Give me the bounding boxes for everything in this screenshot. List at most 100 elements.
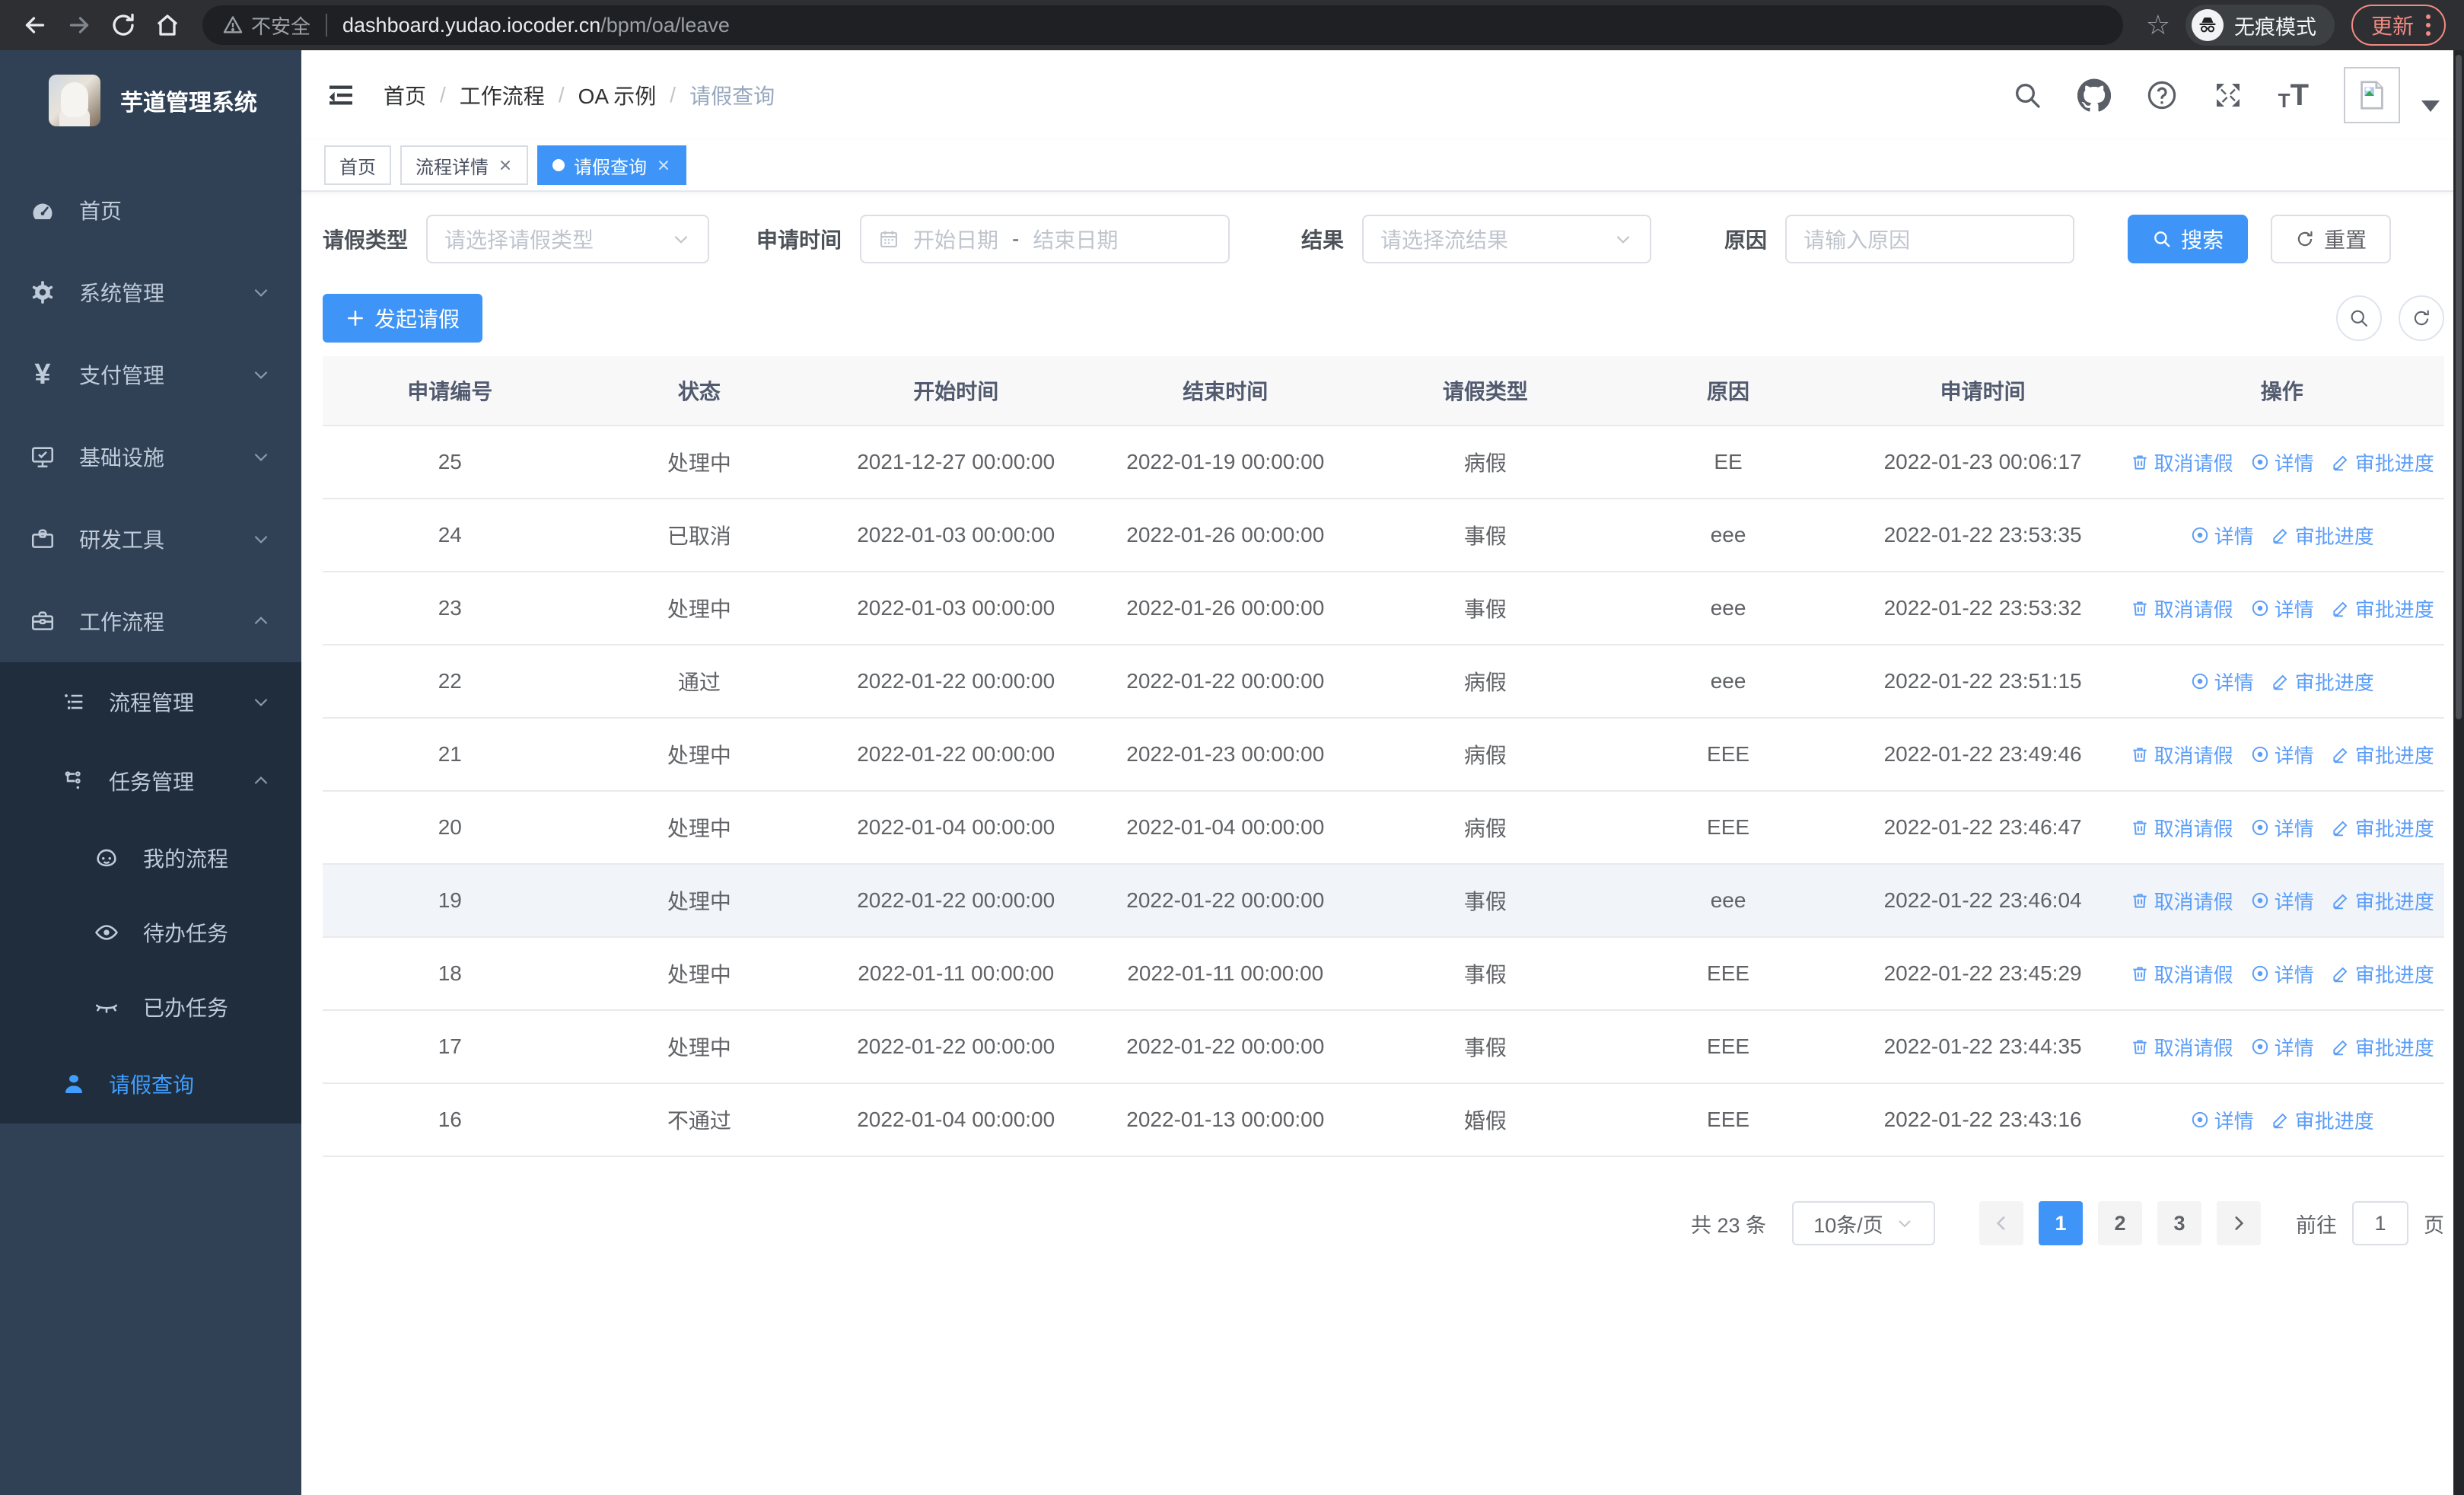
cancel-leave-link[interactable]: 取消请假 [2130, 741, 2233, 769]
workflow-submenu: 流程管理 任务管理 我的流程 待办任务 已办任务 请假查询 [0, 662, 301, 1124]
cancel-leave-link[interactable]: 取消请假 [2130, 448, 2233, 477]
apply-time-range-picker[interactable]: 开始日期 - 结束日期 [860, 215, 1230, 263]
reload-icon[interactable] [107, 8, 140, 42]
sidebar-toggle-icon[interactable] [326, 80, 356, 110]
page-scrollbar[interactable] [2453, 50, 2464, 1495]
detail-link[interactable]: 详情 [2250, 594, 2314, 623]
col-header: 申请时间 [1940, 380, 2026, 403]
detail-link[interactable]: 详情 [2250, 814, 2314, 842]
trash-icon [2133, 748, 2147, 762]
search-icon [2152, 229, 2172, 249]
detail-link[interactable]: 详情 [2250, 960, 2314, 988]
sidebar-item-process-mgmt[interactable]: 流程管理 [0, 662, 301, 741]
sidebar-item-home[interactable]: 首页 [0, 169, 301, 251]
detail-link[interactable]: 详情 [2250, 448, 2314, 477]
sidebar-item-system[interactable]: 系统管理 [0, 251, 301, 333]
leave-type-select[interactable]: 请选择请假类型 [426, 215, 710, 263]
sidebar-item-workflow[interactable]: 工作流程 [0, 580, 301, 662]
page-button-1[interactable]: 1 [2039, 1201, 2083, 1245]
toggle-search-button[interactable] [2336, 295, 2382, 341]
scrollbar-thumb[interactable] [2456, 55, 2462, 720]
forward-icon[interactable] [62, 8, 96, 42]
update-button[interactable]: 更新 [2351, 5, 2446, 46]
search-icon[interactable] [2012, 80, 2042, 110]
github-icon[interactable] [2077, 78, 2111, 112]
sidebar-item-my-process[interactable]: 我的流程 [0, 821, 301, 895]
sidebar-item-payment[interactable]: ¥ 支付管理 [0, 333, 301, 416]
approval-progress-link[interactable]: 审批进度 [2331, 1033, 2434, 1061]
cell-end-time: 2022-01-19 00:00:00 [1126, 450, 1325, 473]
approval-progress-link[interactable]: 审批进度 [2331, 741, 2434, 769]
fullscreen-icon[interactable] [2213, 80, 2243, 110]
font-size-icon[interactable]: TT [2278, 78, 2309, 113]
next-page-button[interactable] [2217, 1201, 2261, 1245]
tree-icon [60, 690, 88, 714]
detail-link[interactable]: 详情 [2190, 521, 2254, 550]
reset-button[interactable]: 重置 [2271, 215, 2392, 263]
back-icon[interactable] [18, 8, 52, 42]
breadcrumb-separator: / [670, 83, 676, 107]
trash-icon [2133, 455, 2147, 470]
sidebar-item-infra[interactable]: 基础设施 [0, 416, 301, 498]
sidebar-item-todo-tasks[interactable]: 待办任务 [0, 895, 301, 970]
address-bar[interactable]: 不安全 dashboard.yudao.iocoder.cn/bpm/oa/le… [202, 5, 2123, 45]
cancel-leave-link[interactable]: 取消请假 [2130, 814, 2233, 842]
security-warning[interactable]: 不安全 [222, 11, 310, 40]
avatar-dropdown-caret[interactable] [2421, 100, 2440, 112]
help-icon[interactable] [2146, 79, 2178, 111]
bookmark-star-icon[interactable]: ☆ [2146, 11, 2170, 39]
cell-apply-time: 2022-01-22 23:49:46 [1883, 742, 2082, 766]
leave-table: 申请编号 状态 开始时间 结束时间 请假类型 原因 申请时间 操作 25 处理中… [323, 356, 2444, 1157]
create-leave-button[interactable]: 发起请假 [323, 294, 483, 343]
cell-actions: 取消请假 详情 审批进度 [2119, 594, 2444, 623]
goto-page-input[interactable]: 1 [2352, 1201, 2408, 1245]
close-icon[interactable] [656, 158, 671, 173]
detail-link[interactable]: 详情 [2250, 1033, 2314, 1061]
browser-menu-icon[interactable] [2426, 14, 2431, 36]
approval-progress-link[interactable]: 审批进度 [2271, 1106, 2374, 1134]
home-icon[interactable] [151, 8, 184, 42]
breadcrumb-home[interactable]: 首页 [384, 80, 426, 110]
page-size-select[interactable]: 10条/页 [1792, 1201, 1935, 1245]
sidebar-item-done-tasks[interactable]: 已办任务 [0, 970, 301, 1044]
approval-progress-link[interactable]: 审批进度 [2331, 887, 2434, 915]
tab-home[interactable]: 首页 [324, 145, 391, 185]
user-avatar-broken-image[interactable] [2344, 67, 2400, 123]
approval-progress-link[interactable]: 审批进度 [2271, 668, 2374, 696]
tab-leave-query[interactable]: 请假查询 [537, 145, 686, 185]
breadcrumb-oa-example[interactable]: OA 示例 [578, 80, 657, 110]
approval-progress-link[interactable]: 审批进度 [2331, 960, 2434, 988]
approval-progress-link[interactable]: 审批进度 [2271, 521, 2374, 550]
cancel-leave-link[interactable]: 取消请假 [2130, 1033, 2233, 1061]
detail-link[interactable]: 详情 [2190, 668, 2254, 696]
chevron-down-icon [1896, 1214, 1914, 1232]
cancel-leave-link[interactable]: 取消请假 [2130, 887, 2233, 915]
cell-leave-type: 病假 [1463, 671, 1507, 694]
logo-row[interactable]: 芋道管理系统 [0, 50, 301, 151]
page-button-3[interactable]: 3 [2157, 1201, 2201, 1245]
tab-process-detail[interactable]: 流程详情 [400, 145, 528, 185]
detail-link[interactable]: 详情 [2190, 1106, 2254, 1134]
cancel-leave-link[interactable]: 取消请假 [2130, 960, 2233, 988]
reason-input[interactable]: 请输入原因 [1785, 215, 2075, 263]
approval-progress-link[interactable]: 审批进度 [2331, 448, 2434, 477]
detail-link[interactable]: 详情 [2250, 741, 2314, 769]
page-button-2[interactable]: 2 [2098, 1201, 2142, 1245]
approval-progress-link[interactable]: 审批进度 [2331, 594, 2434, 623]
sidebar-item-leave-query[interactable]: 请假查询 [0, 1044, 301, 1124]
cell-end-time: 2022-01-13 00:00:00 [1126, 1108, 1325, 1131]
prev-page-button[interactable] [1979, 1201, 2023, 1245]
result-label: 结果 [1301, 228, 1345, 252]
cancel-leave-link[interactable]: 取消请假 [2130, 594, 2233, 623]
search-button[interactable]: 搜索 [2128, 215, 2249, 263]
table-row: 18 处理中 2022-01-11 00:00:00 2022-01-11 00… [323, 938, 2444, 1011]
approval-progress-link[interactable]: 审批进度 [2331, 814, 2434, 842]
close-icon[interactable] [498, 158, 513, 173]
result-select[interactable]: 请选择流结果 [1362, 215, 1652, 263]
breadcrumb-workflow[interactable]: 工作流程 [460, 80, 545, 110]
sidebar-item-task-mgmt[interactable]: 任务管理 [0, 741, 301, 821]
refresh-table-button[interactable] [2399, 295, 2444, 341]
sidebar-item-devtools[interactable]: 研发工具 [0, 498, 301, 580]
detail-link[interactable]: 详情 [2250, 887, 2314, 915]
trash-icon [2133, 821, 2147, 835]
